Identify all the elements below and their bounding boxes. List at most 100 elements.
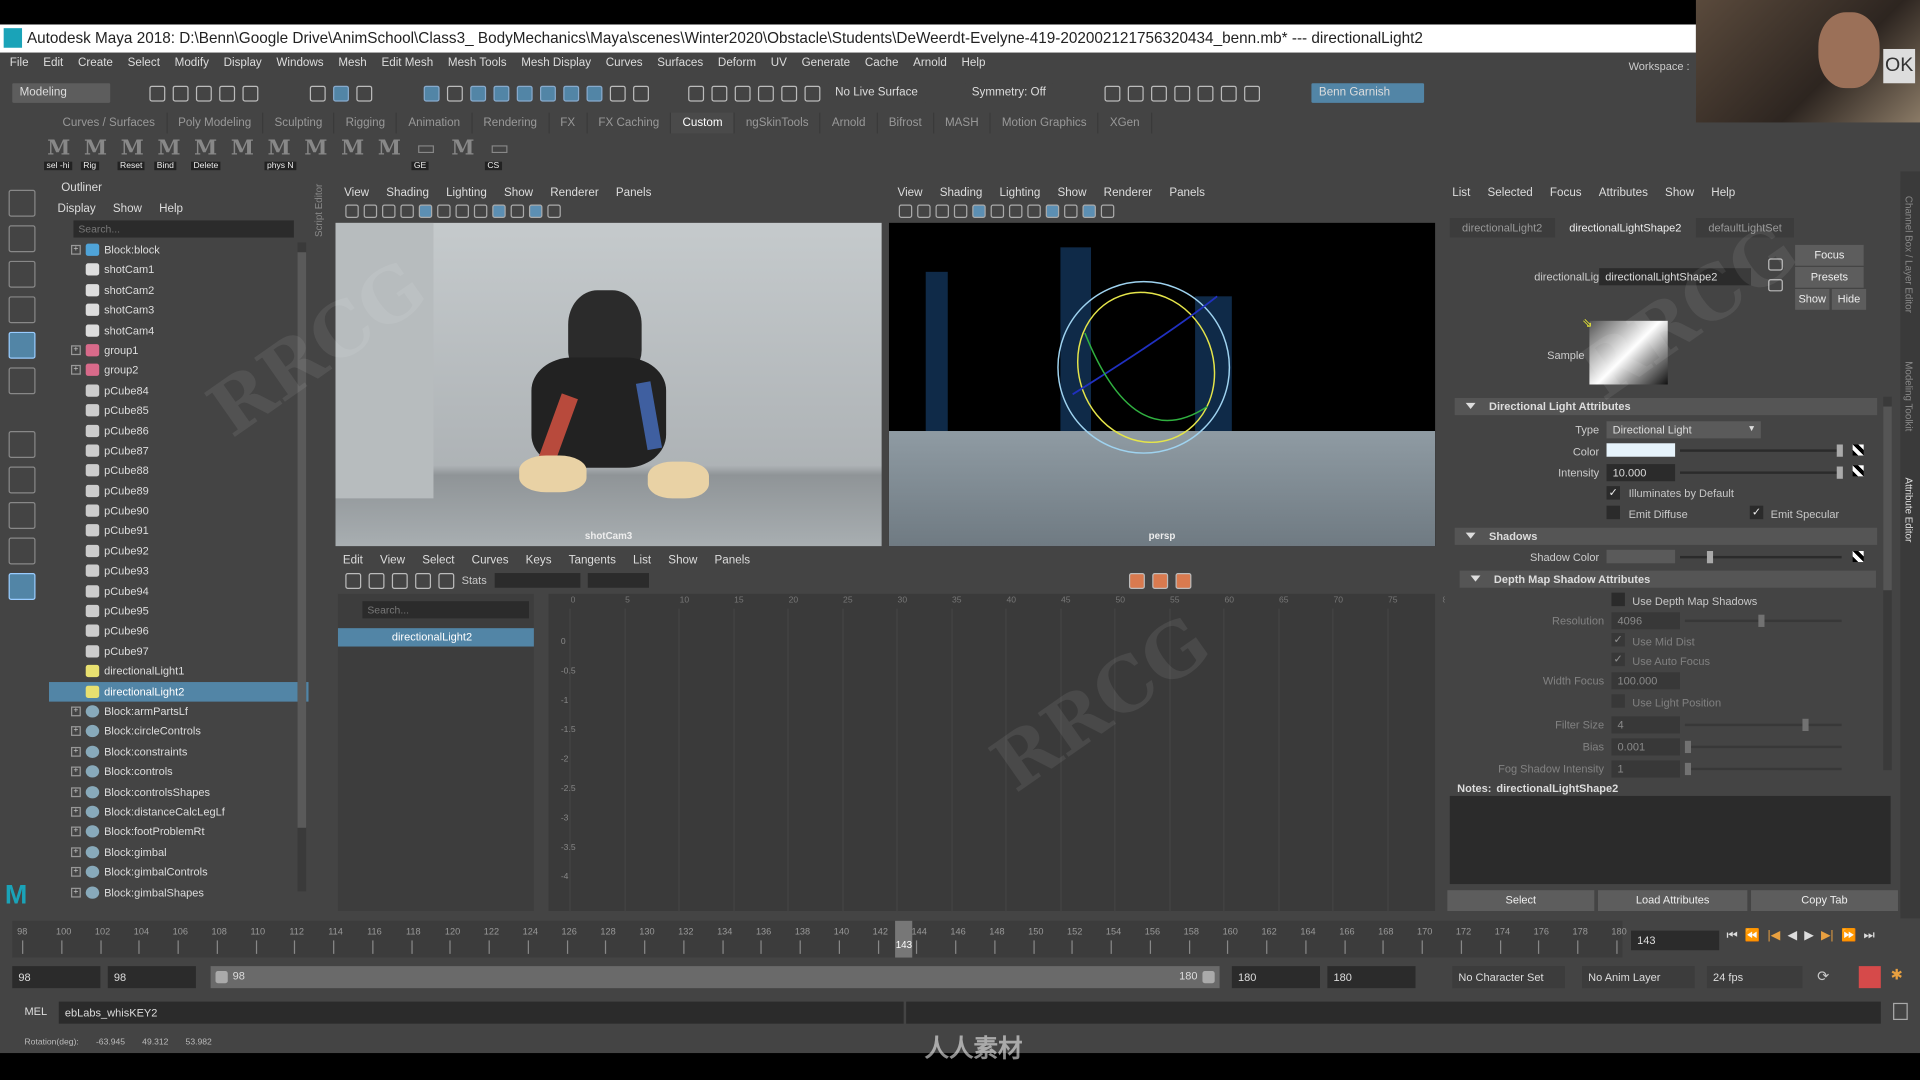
snap-view-plane-icon[interactable] — [757, 85, 774, 102]
fog-shadow-intensity-slider[interactable] — [1684, 762, 1842, 776]
section-depth-map-shadow-attributes[interactable]: Depth Map Shadow Attributes — [1459, 570, 1876, 588]
menu-help[interactable]: Help — [961, 56, 985, 69]
menu-mesh-display[interactable]: Mesh Display — [521, 56, 591, 69]
filter-size-field[interactable]: 4 — [1611, 716, 1681, 734]
shadow-color-slider[interactable] — [1680, 551, 1842, 564]
section-directional-light-attributes[interactable]: Directional Light Attributes — [1454, 397, 1878, 416]
menu-set-dropdown[interactable]: Modeling — [12, 83, 111, 103]
anim-layer-dropdown[interactable]: No Anim Layer — [1582, 966, 1695, 989]
viewport-menu-renderer[interactable]: Renderer — [550, 186, 599, 199]
menu-edit-mesh[interactable]: Edit Mesh — [381, 56, 433, 69]
map-button-icon[interactable] — [1852, 444, 1864, 456]
outliner-item[interactable]: + Block:controlsShapes — [49, 782, 309, 802]
viewport-canvas[interactable]: persp — [888, 222, 1436, 547]
shelf-tab-poly-modeling[interactable]: Poly Modeling — [167, 112, 264, 134]
shelf-tab-rendering[interactable]: Rendering — [472, 112, 550, 134]
step-back-key-icon[interactable]: ⏪ — [1745, 929, 1760, 942]
go-to-output-icon[interactable] — [1768, 279, 1783, 292]
light-type-dropdown[interactable]: Directional Light ▼ — [1606, 421, 1761, 439]
outliner-item[interactable]: + group1 — [49, 340, 309, 360]
graph-menu-tangents[interactable]: Tangents — [569, 553, 616, 566]
graph-menu-keys[interactable]: Keys — [526, 553, 552, 566]
textured-icon[interactable] — [1008, 204, 1023, 218]
section-shadows[interactable]: Shadows — [1454, 527, 1878, 545]
outliner-item[interactable]: pCube87 — [49, 441, 309, 461]
menu-edit[interactable]: Edit — [43, 56, 63, 69]
outliner-menu-help[interactable]: Help — [159, 201, 183, 214]
move-tool-icon[interactable] — [8, 296, 36, 324]
xray-icon[interactable] — [547, 204, 561, 218]
expand-icon[interactable]: + — [71, 746, 81, 757]
menu-surfaces[interactable]: Surfaces — [657, 56, 703, 69]
intensity-slider[interactable] — [1680, 466, 1843, 479]
shelf-button[interactable]: Msel -hi — [44, 136, 73, 171]
viewport-menu-lighting[interactable]: Lighting — [446, 186, 487, 199]
expand-icon[interactable]: + — [71, 345, 81, 356]
menu-uv[interactable]: UV — [771, 56, 787, 69]
expand-icon[interactable]: + — [71, 766, 81, 777]
outliner-item[interactable]: shotCam1 — [49, 260, 309, 280]
quick-layout-icon[interactable] — [8, 431, 36, 458]
time-editor-icon[interactable] — [1174, 572, 1191, 589]
outliner-item[interactable]: shotCam4 — [49, 320, 309, 340]
new-scene-icon[interactable] — [149, 85, 166, 102]
viewport-menu-view[interactable]: View — [898, 186, 923, 199]
tab-channel-box[interactable]: Channel Box / Layer Editor — [1903, 196, 1914, 313]
smooth-shade-icon[interactable] — [437, 204, 451, 218]
notes-textarea[interactable] — [1449, 795, 1891, 885]
outliner-item[interactable]: pCube96 — [49, 621, 309, 641]
shadows-icon[interactable] — [492, 204, 506, 218]
shelf-tab-custom[interactable]: Custom — [671, 112, 735, 134]
select-by-curve-icon[interactable] — [470, 85, 487, 102]
shelf-tab-motion-graphics[interactable]: Motion Graphics — [991, 112, 1099, 134]
expand-icon[interactable]: + — [71, 244, 81, 255]
graph-menu-list[interactable]: List — [633, 553, 651, 566]
dope-sheet-icon[interactable] — [1151, 572, 1168, 589]
symmetry-dropdown[interactable]: Symmetry: Off — [964, 83, 1054, 103]
viewport-canvas[interactable]: shotCam3 — [335, 222, 882, 547]
menu-select[interactable]: Select — [128, 56, 160, 69]
graph-menu-show[interactable]: Show — [668, 553, 697, 566]
node-name-field[interactable]: directionalLightShape2 — [1599, 268, 1752, 286]
fog-shadow-intensity-field[interactable]: 1 — [1611, 760, 1681, 778]
character-set-dropdown[interactable]: No Character Set — [1452, 966, 1565, 989]
outliner-item[interactable]: + Block:armPartsLf — [49, 702, 309, 722]
copy-tab-button[interactable]: Copy Tab — [1751, 890, 1898, 912]
hypershade-icon[interactable] — [1197, 85, 1214, 102]
snap-surface-icon[interactable] — [781, 85, 798, 102]
snap-point-icon[interactable] — [734, 85, 751, 102]
isolate-icon[interactable] — [1082, 204, 1096, 218]
select-by-handle-icon[interactable] — [423, 85, 440, 102]
outliner-item[interactable]: pCube90 — [49, 501, 309, 521]
scale-tool-icon[interactable] — [8, 367, 36, 395]
outliner-item[interactable]: pCube94 — [49, 581, 309, 601]
outliner-menu-display[interactable]: Display — [58, 201, 96, 214]
render-settings-icon[interactable] — [1174, 85, 1191, 102]
outliner-item[interactable]: shotCam3 — [49, 300, 309, 320]
expand-icon[interactable]: + — [71, 365, 81, 376]
emit-diffuse-checkbox[interactable] — [1606, 505, 1621, 520]
snap-curve-icon[interactable] — [711, 85, 728, 102]
ae-tab-defaultLightSet[interactable]: defaultLightSet — [1696, 217, 1795, 238]
graph-menu-curves[interactable]: Curves — [472, 553, 509, 566]
select-by-dynamic-icon[interactable] — [540, 85, 556, 102]
lasso-tool-icon[interactable] — [8, 225, 36, 253]
shelf-button[interactable]: M — [375, 136, 404, 168]
live-surface-field[interactable]: No Live Surface — [827, 83, 926, 103]
viewport-menu-view[interactable]: View — [344, 186, 369, 199]
expand-icon[interactable]: + — [71, 867, 81, 877]
graph-outliner-item-selected[interactable]: directionalLight2 — [337, 628, 534, 647]
start-time-field[interactable]: 98 — [12, 966, 101, 989]
lights-icon[interactable] — [473, 204, 488, 218]
shelf-tab-sculpting[interactable]: Sculpting — [263, 112, 335, 134]
shelf-tab-fx-caching[interactable]: FX Caching — [587, 112, 672, 134]
loop-icon[interactable]: ⟳ — [1817, 967, 1829, 984]
menu-curves[interactable]: Curves — [606, 56, 643, 69]
redo-icon[interactable] — [242, 85, 259, 102]
insert-key-icon[interactable] — [368, 572, 385, 589]
animation-prefs-icon[interactable]: ✱ — [1891, 966, 1903, 983]
snap-magnet-icon[interactable] — [804, 85, 821, 102]
shelf-tab-rigging[interactable]: Rigging — [335, 112, 398, 134]
map-button-icon[interactable] — [1852, 551, 1864, 563]
render-frame-icon[interactable] — [1127, 85, 1144, 102]
